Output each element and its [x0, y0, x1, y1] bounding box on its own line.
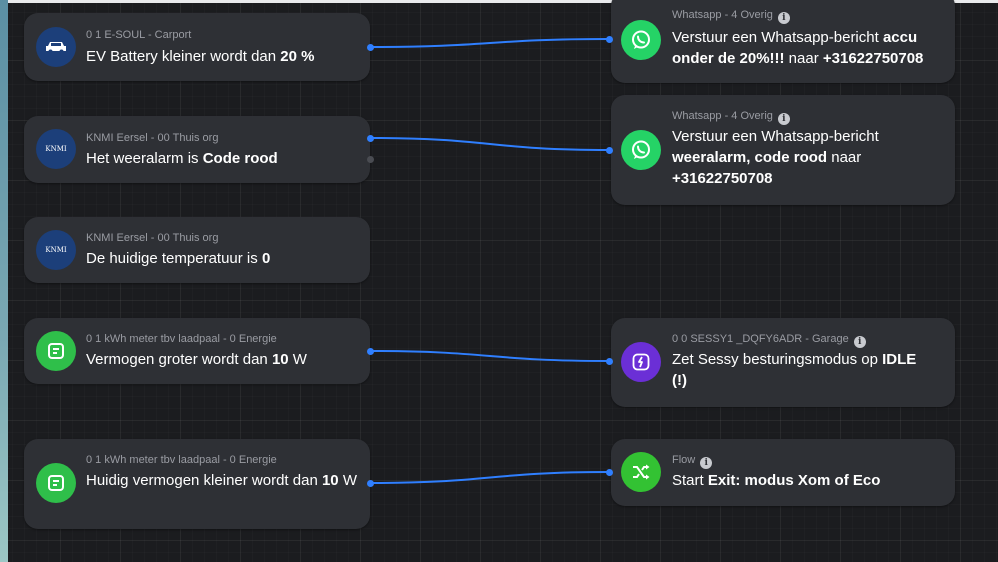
card-meta: Whatsapp - 4 Overig i — [672, 9, 790, 24]
card-title: De huidige temperatuur is 0 — [86, 250, 271, 267]
whatsapp-icon — [621, 130, 661, 170]
knmi-logo-icon: KNMI — [36, 129, 76, 169]
meter-icon — [36, 463, 76, 503]
info-icon[interactable]: i — [853, 336, 866, 348]
when-card-ev-battery[interactable]: 0 1 E-SOUL - Carport EV Battery kleiner … — [24, 13, 370, 81]
info-icon[interactable]: i — [777, 113, 790, 125]
info-icon[interactable]: i — [777, 12, 790, 24]
card-title: Verstuur een Whatsapp-bericht weeralarm, … — [672, 128, 879, 187]
when-card-huidig-vermogen-kleiner[interactable]: 0 1 kWh meter tbv laadpaal - 0 Energie H… — [24, 439, 370, 529]
input-port[interactable] — [606, 469, 613, 476]
info-icon[interactable]: i — [700, 457, 713, 469]
then-card-sessy[interactable]: 0 0 SESSY1 _DQFY6ADR - Garage i Zet Sessy… — [611, 318, 955, 407]
meter-icon — [36, 331, 76, 371]
card-meta: KNMI Eersel - 00 Thuis org — [86, 232, 219, 244]
whatsapp-icon — [621, 20, 661, 60]
then-card-whatsapp-accu[interactable]: Whatsapp - 4 Overig i Verstuur een Whatsa… — [611, 0, 955, 83]
car-icon — [36, 27, 76, 67]
input-port[interactable] — [606, 147, 613, 154]
card-title: Zet Sessy besturingsmodus op IDLE (!) — [672, 351, 917, 389]
sessy-icon — [621, 342, 661, 382]
card-title: Het weeralarm is Code rood — [86, 150, 278, 167]
then-card-flow[interactable]: Flow i Start Exit: modus Xom of Eco — [611, 439, 955, 506]
when-card-vermogen-groter[interactable]: 0 1 kWh meter tbv laadpaal - 0 Energie V… — [24, 318, 370, 384]
wire-vermogen-to-sessy — [370, 350, 610, 362]
output-port[interactable] — [367, 44, 374, 51]
when-card-weeralarm[interactable]: KNMI KNMI Eersel - 00 Thuis org Het weer… — [24, 116, 370, 183]
wire-huidig-to-flow — [370, 471, 610, 484]
input-port[interactable] — [606, 358, 613, 365]
card-meta: Whatsapp - 4 Overig i — [672, 110, 790, 125]
card-title: Huidig vermogen kleiner wordt dan 10 W — [86, 472, 357, 489]
input-port[interactable] — [606, 36, 613, 43]
shuffle-icon — [621, 452, 661, 492]
output-port-false[interactable] — [367, 156, 374, 163]
then-card-whatsapp-weeralarm[interactable]: Whatsapp - 4 Overig i Verstuur een Whatsa… — [611, 95, 955, 205]
card-title: EV Battery kleiner wordt dan 20 % — [86, 48, 315, 65]
card-meta: Flow i — [672, 454, 713, 469]
card-meta: 0 0 SESSY1 _DQFY6ADR - Garage i — [672, 333, 866, 348]
knmi-logo-text: KNMI — [45, 246, 67, 254]
card-meta: 0 1 kWh meter tbv laadpaal - 0 Energie — [86, 454, 277, 466]
card-title: Verstuur een Whatsapp-bericht accu onder … — [672, 29, 924, 67]
wire-weeralarm-to-whatsapp — [370, 137, 610, 151]
output-port[interactable] — [367, 135, 374, 142]
knmi-logo-icon: KNMI — [36, 230, 76, 270]
when-card-temperatuur[interactable]: KNMI KNMI Eersel - 00 Thuis org De huidi… — [24, 217, 370, 283]
knmi-logo-text: KNMI — [45, 145, 67, 153]
output-port[interactable] — [367, 480, 374, 487]
card-meta: 0 1 E-SOUL - Carport — [86, 29, 192, 41]
output-port[interactable] — [367, 348, 374, 355]
wire-battery-to-whatsapp — [370, 38, 610, 48]
card-meta: KNMI Eersel - 00 Thuis org — [86, 132, 219, 144]
card-title: Vermogen groter wordt dan 10 W — [86, 351, 307, 368]
card-title: Start Exit: modus Xom of Eco — [672, 472, 881, 489]
card-meta: 0 1 kWh meter tbv laadpaal - 0 Energie — [86, 333, 277, 345]
